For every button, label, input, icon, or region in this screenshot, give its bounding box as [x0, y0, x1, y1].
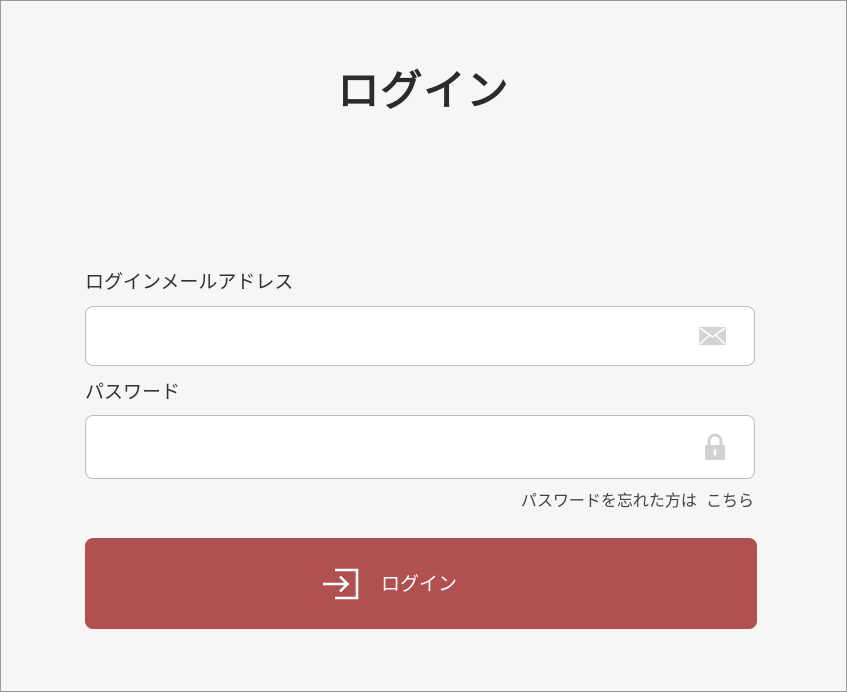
password-label: パスワード [85, 381, 181, 403]
email-input[interactable] [86, 307, 686, 365]
password-input[interactable] [86, 416, 686, 478]
forgot-password-link[interactable]: こちら [706, 491, 754, 510]
login-enter-icon [323, 568, 359, 600]
login-panel: ログイン ログインメールアドレス パスワード パスワードを忘れた方は こちら ロ… [0, 0, 847, 692]
page-title: ログイン [337, 66, 510, 115]
password-field[interactable] [85, 415, 755, 479]
lock-icon [705, 433, 725, 460]
mail-icon [699, 327, 726, 345]
login-button[interactable]: ログイン [85, 538, 757, 629]
login-button-label: ログイン [381, 573, 458, 595]
forgot-password-text: パスワードを忘れた方は [520, 491, 697, 510]
email-field[interactable] [85, 306, 755, 366]
email-label: ログインメールアドレス [85, 271, 294, 293]
forgot-password-row: パスワードを忘れた方は こちら [521, 490, 754, 512]
login-button-content: ログイン [321, 568, 457, 600]
